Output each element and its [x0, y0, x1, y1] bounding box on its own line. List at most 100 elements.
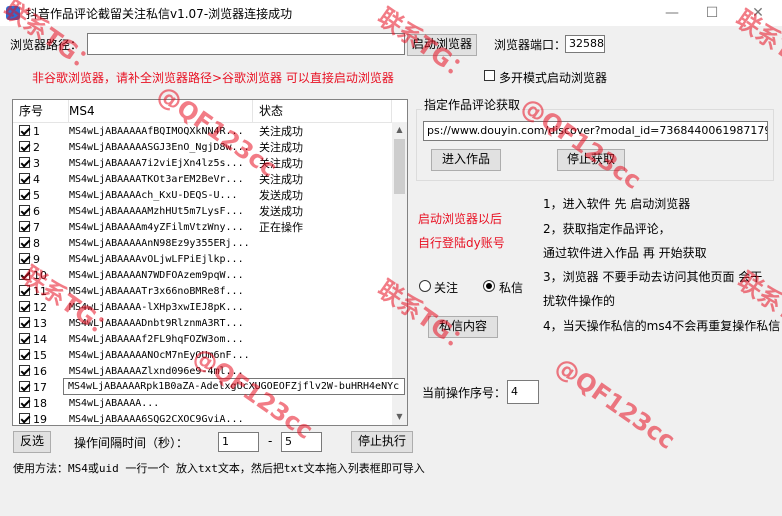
row-ms4: MS4wLjABAAAAN7WDFOAzem9pqW... — [69, 270, 244, 281]
table-row[interactable]: 15 MS4wLjABAAAAANOcM7nEyOUm6nF... — [13, 348, 393, 364]
row-number-text: 12 — [33, 301, 47, 314]
row-checkbox[interactable] — [19, 157, 30, 168]
start-browser-button[interactable]: 启动浏览器 — [407, 34, 477, 56]
row-ms4: MS4wLjABAAAA-lXHp3xwIEJ8pK... — [69, 302, 244, 313]
row-number: 7 — [19, 221, 40, 235]
row-checkbox[interactable] — [19, 125, 30, 136]
header-no[interactable]: 序号 — [13, 100, 69, 122]
scroll-thumb[interactable] — [394, 139, 405, 194]
message-label: 私信 — [499, 281, 524, 295]
row-number: 4 — [19, 173, 40, 187]
row-status: 关注成功 — [259, 125, 303, 138]
row-number-text: 14 — [33, 333, 47, 346]
stop-fetch-button[interactable]: 停止获取 — [557, 149, 625, 171]
interval-label: 操作间隔时间（秒）： — [74, 436, 189, 450]
row-checkbox[interactable] — [19, 221, 30, 232]
row-checkbox[interactable] — [19, 333, 30, 344]
table-row[interactable]: 19 MS4wLjABAAAA6SQG2CXOC9GviA... — [13, 412, 393, 425]
minimize-button[interactable]: — — [650, 0, 694, 26]
table-row[interactable]: 1 MS4wLjABAAAAAfBQIMOQXkNN4R... 关注成功 — [13, 124, 393, 140]
row-checkbox[interactable] — [19, 301, 30, 312]
row-checkbox[interactable] — [19, 285, 30, 296]
table-row[interactable]: 14 MS4wLjABAAAAf2FL9hqFOZW3om... — [13, 332, 393, 348]
interval-min-input[interactable]: 1 — [218, 432, 259, 452]
row-checkbox[interactable] — [19, 269, 30, 280]
multi-mode-label: 多开模式启动浏览器 — [499, 71, 608, 85]
header-ms4[interactable]: MS4 — [63, 100, 253, 122]
row-ms4: MS4wLjABAAAATr3x66noBMRe8f... — [69, 286, 244, 297]
browser-hint: 非谷歌浏览器，请补全浏览器路径>谷歌浏览器 可以直接启动浏览器 — [32, 71, 394, 85]
row-checkbox[interactable] — [19, 413, 30, 424]
message-radio[interactable] — [483, 280, 495, 292]
header-status[interactable]: 状态 — [253, 100, 392, 122]
close-button[interactable]: ✕ — [736, 0, 780, 26]
table-row[interactable]: 18 MS4wLjABAAAA... — [13, 396, 393, 412]
table-row[interactable]: 3 MS4wLjABAAAA7i2viEjXn4lz5s... 关注成功 — [13, 156, 393, 172]
table-row[interactable]: 7 MS4wLjABAAAAm4yZFilmVtzWny... 正在操作 — [13, 220, 393, 236]
interval-separator: - — [268, 434, 273, 448]
row-checkbox[interactable] — [19, 381, 30, 392]
message-content-button[interactable]: 私信内容 — [428, 316, 498, 338]
row-status: 正在操作 — [259, 221, 303, 234]
row-number-text: 6 — [33, 205, 40, 218]
row-checkbox[interactable] — [19, 253, 30, 264]
row-ms4: MS4wLjABAAAATKOt3arEM2BeVr... — [69, 174, 244, 185]
row-number-text: 2 — [33, 141, 40, 154]
table-row[interactable]: 8 MS4wLjABAAAAAnN98Ez9y355ERj... — [13, 236, 393, 252]
table-row[interactable]: 13 MS4wLjABAAAADnbt9RlznmA3RT... — [13, 316, 393, 332]
table-row[interactable]: 10 MS4wLjABAAAAN7WDFOAzem9pqW... — [13, 268, 393, 284]
video-url-input[interactable]: ps://www.douyin.com/discover?modal_id=73… — [423, 121, 768, 141]
table-row[interactable]: 6 MS4wLjABAAAAAMzhHUt5m7LysF... 发送成功 — [13, 204, 393, 220]
table-row[interactable]: 5 MS4wLjABAAAAch_KxU-DEQS-U... 发送成功 — [13, 188, 393, 204]
interval-max-input[interactable]: 5 — [281, 432, 322, 452]
row-status: 发送成功 — [259, 205, 303, 218]
invert-selection-button[interactable]: 反选 — [13, 431, 51, 453]
row-checkbox[interactable] — [19, 365, 30, 376]
row-checkbox[interactable] — [19, 189, 30, 200]
browser-port-input[interactable]: 32588 — [565, 35, 605, 53]
row-number-text: 1 — [33, 125, 40, 138]
row-number: 19 — [19, 413, 47, 425]
row-checkbox[interactable] — [19, 237, 30, 248]
login-note-2: 自行登陆dy账号 — [418, 236, 505, 250]
row-checkbox[interactable] — [19, 317, 30, 328]
table-row[interactable]: 2 MS4wLjABAAAAASGJ3EnO_NgjD8w... 关注成功 — [13, 140, 393, 156]
table-row[interactable]: 4 MS4wLjABAAAATKOt3arEM2BeVr... 关注成功 — [13, 172, 393, 188]
step-2b: 通过软件进入作品 再 开始获取 — [543, 246, 707, 260]
row-number-text: 11 — [33, 285, 47, 298]
table-row[interactable]: 12 MS4wLjABAAAA-lXHp3xwIEJ8pK... — [13, 300, 393, 316]
table-row[interactable]: 11 MS4wLjABAAAATr3x66noBMRe8f... — [13, 284, 393, 300]
browser-path-input[interactable] — [87, 33, 405, 55]
row-ms4: MS4wLjABAAAAAfBQIMOQXkNN4R... — [69, 126, 244, 137]
row-ms4: MS4wLjABAAAA6SQG2CXOC9GviA... — [69, 414, 244, 425]
row-ms4: MS4wLjABAAAADnbt9RlznmA3RT... — [69, 318, 244, 329]
multi-mode-checkbox[interactable] — [484, 70, 495, 84]
enter-video-button[interactable]: 进入作品 — [431, 149, 501, 171]
row-number: 14 — [19, 333, 47, 347]
row-checkbox[interactable] — [19, 141, 30, 152]
maximize-button[interactable]: ☐ — [690, 0, 734, 26]
row-checkbox[interactable] — [19, 205, 30, 216]
scroll-up-arrow[interactable]: ▲ — [392, 122, 407, 138]
row-checkbox[interactable] — [19, 349, 30, 360]
row-checkbox[interactable] — [19, 173, 30, 184]
follow-radio[interactable] — [419, 280, 431, 292]
row-number: 15 — [19, 349, 47, 363]
current-index-input[interactable]: 4 — [507, 380, 539, 404]
row-number: 1 — [19, 125, 40, 139]
row-number: 16 — [19, 365, 47, 379]
stop-execute-button[interactable]: 停止执行 — [351, 431, 413, 453]
account-list[interactable]: 序号 MS4 状态 1 MS4wLjABAAAAAfBQIMOQXkNN4R...… — [12, 99, 408, 426]
step-4: 4，当天操作私信的ms4不会再重复操作私信 — [543, 319, 781, 333]
row-ms4: MS4wLjABAAAA... — [69, 398, 160, 409]
login-note-1: 启动浏览器以后 — [418, 212, 503, 226]
step-1: 1，进入软件 先 启动浏览器 — [543, 197, 691, 211]
scroll-down-arrow[interactable]: ▼ — [392, 409, 407, 425]
table-row[interactable]: 9 MS4wLjABAAAAvOLjwLFPiEjlkp... — [13, 252, 393, 268]
current-index-label: 当前操作序号： — [422, 386, 507, 400]
row-checkbox[interactable] — [19, 397, 30, 408]
row-status: 关注成功 — [259, 157, 303, 170]
row-number-text: 4 — [33, 173, 40, 186]
row-number-text: 13 — [33, 317, 47, 330]
row-number: 10 — [19, 269, 47, 283]
